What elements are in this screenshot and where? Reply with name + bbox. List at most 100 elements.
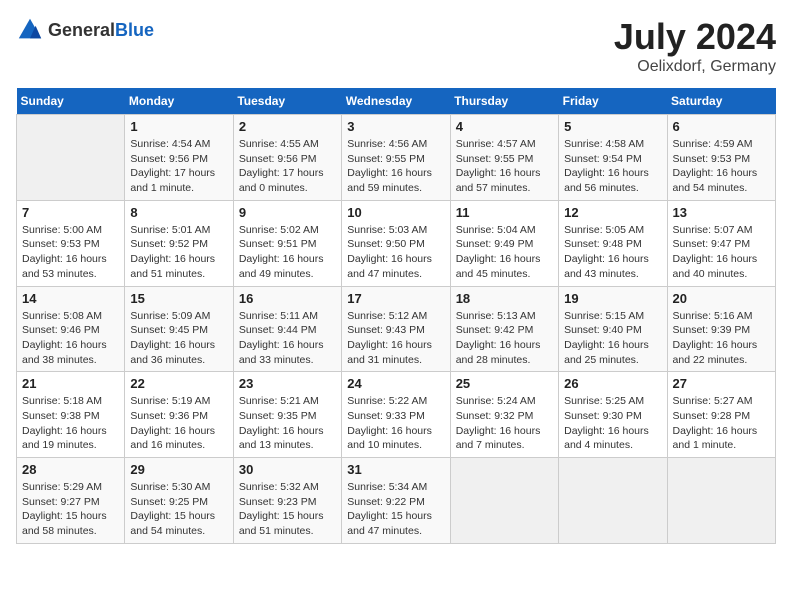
day-cell: 14 Sunrise: 5:08 AM Sunset: 9:46 PM Dayli…: [17, 286, 125, 372]
day-info: Sunrise: 5:05 AM Sunset: 9:48 PM Dayligh…: [564, 223, 661, 282]
day-info: Sunrise: 5:29 AM Sunset: 9:27 PM Dayligh…: [22, 480, 119, 539]
day-cell: [17, 115, 125, 201]
day-info: Sunrise: 5:15 AM Sunset: 9:40 PM Dayligh…: [564, 309, 661, 368]
day-info: Sunrise: 5:07 AM Sunset: 9:47 PM Dayligh…: [673, 223, 770, 282]
day-number: 20: [673, 291, 770, 306]
day-cell: 5Sunrise: 4:58 AM Sunset: 9:54 PM Daylig…: [559, 115, 667, 201]
day-number: 25: [456, 376, 553, 391]
location-title: Oelixdorf, Germany: [614, 58, 776, 76]
day-cell: 22 Sunrise: 5:19 AM Sunset: 9:36 PM Dayli…: [125, 372, 233, 458]
day-number: 26: [564, 376, 661, 391]
day-info: Sunrise: 5:25 AM Sunset: 9:30 PM Dayligh…: [564, 394, 661, 453]
day-number: 7: [22, 205, 119, 220]
day-number: 28: [22, 462, 119, 477]
day-info: Sunrise: 5:19 AM Sunset: 9:36 PM Dayligh…: [130, 394, 227, 453]
day-number: 4: [456, 119, 553, 134]
day-cell: [450, 458, 558, 544]
day-number: 13: [673, 205, 770, 220]
day-info: Sunrise: 4:59 AM Sunset: 9:53 PM Dayligh…: [673, 137, 770, 196]
day-number: 30: [239, 462, 336, 477]
day-number: 21: [22, 376, 119, 391]
day-number: 16: [239, 291, 336, 306]
weekday-header-monday: Monday: [125, 88, 233, 115]
day-info: Sunrise: 5:30 AM Sunset: 9:25 PM Dayligh…: [130, 480, 227, 539]
week-row-4: 21 Sunrise: 5:18 AM Sunset: 9:38 PM Dayli…: [17, 372, 776, 458]
day-number: 8: [130, 205, 227, 220]
title-block: July 2024 Oelixdorf, Germany: [614, 16, 776, 76]
day-number: 27: [673, 376, 770, 391]
day-number: 22: [130, 376, 227, 391]
day-number: 24: [347, 376, 444, 391]
logo-general-text: General: [48, 20, 115, 40]
day-cell: 28 Sunrise: 5:29 AM Sunset: 9:27 PM Dayli…: [17, 458, 125, 544]
day-info: Sunrise: 5:02 AM Sunset: 9:51 PM Dayligh…: [239, 223, 336, 282]
day-info: Sunrise: 5:04 AM Sunset: 9:49 PM Dayligh…: [456, 223, 553, 282]
day-cell: 2 Sunrise: 4:55 AM Sunset: 9:56 PM Daylig…: [233, 115, 341, 201]
day-cell: 13 Sunrise: 5:07 AM Sunset: 9:47 PM Dayli…: [667, 200, 775, 286]
day-info: Sunrise: 4:58 AM Sunset: 9:54 PM Dayligh…: [564, 137, 661, 196]
day-cell: 21 Sunrise: 5:18 AM Sunset: 9:38 PM Dayli…: [17, 372, 125, 458]
day-info: Sunrise: 5:09 AM Sunset: 9:45 PM Dayligh…: [130, 309, 227, 368]
day-info: Sunrise: 5:34 AM Sunset: 9:22 PM Dayligh…: [347, 480, 444, 539]
page-header: GeneralBlue July 2024 Oelixdorf, Germany: [16, 16, 776, 76]
day-cell: [559, 458, 667, 544]
day-info: Sunrise: 5:27 AM Sunset: 9:28 PM Dayligh…: [673, 394, 770, 453]
day-cell: 20 Sunrise: 5:16 AM Sunset: 9:39 PM Dayli…: [667, 286, 775, 372]
day-cell: 17 Sunrise: 5:12 AM Sunset: 9:43 PM Dayli…: [342, 286, 450, 372]
day-number: 31: [347, 462, 444, 477]
day-number: 18: [456, 291, 553, 306]
weekday-header-row: SundayMondayTuesdayWednesdayThursdayFrid…: [17, 88, 776, 115]
day-number: 12: [564, 205, 661, 220]
day-info: Sunrise: 5:16 AM Sunset: 9:39 PM Dayligh…: [673, 309, 770, 368]
day-cell: 15Sunrise: 5:09 AM Sunset: 9:45 PM Dayli…: [125, 286, 233, 372]
day-info: Sunrise: 4:57 AM Sunset: 9:55 PM Dayligh…: [456, 137, 553, 196]
day-info: Sunrise: 5:00 AM Sunset: 9:53 PM Dayligh…: [22, 223, 119, 282]
day-cell: 27 Sunrise: 5:27 AM Sunset: 9:28 PM Dayli…: [667, 372, 775, 458]
day-info: Sunrise: 4:56 AM Sunset: 9:55 PM Dayligh…: [347, 137, 444, 196]
week-row-1: 1 Sunrise: 4:54 AM Sunset: 9:56 PM Daylig…: [17, 115, 776, 201]
day-number: 10: [347, 205, 444, 220]
day-info: Sunrise: 5:03 AM Sunset: 9:50 PM Dayligh…: [347, 223, 444, 282]
day-cell: 12 Sunrise: 5:05 AM Sunset: 9:48 PM Dayli…: [559, 200, 667, 286]
day-cell: 9 Sunrise: 5:02 AM Sunset: 9:51 PM Daylig…: [233, 200, 341, 286]
week-row-2: 7 Sunrise: 5:00 AM Sunset: 9:53 PM Daylig…: [17, 200, 776, 286]
day-cell: 11Sunrise: 5:04 AM Sunset: 9:49 PM Dayli…: [450, 200, 558, 286]
weekday-header-tuesday: Tuesday: [233, 88, 341, 115]
day-cell: 26 Sunrise: 5:25 AM Sunset: 9:30 PM Dayli…: [559, 372, 667, 458]
week-row-3: 14 Sunrise: 5:08 AM Sunset: 9:46 PM Dayli…: [17, 286, 776, 372]
month-title: July 2024: [614, 16, 776, 58]
day-info: Sunrise: 5:22 AM Sunset: 9:33 PM Dayligh…: [347, 394, 444, 453]
day-cell: 16 Sunrise: 5:11 AM Sunset: 9:44 PM Dayli…: [233, 286, 341, 372]
day-number: 9: [239, 205, 336, 220]
day-number: 14: [22, 291, 119, 306]
day-info: Sunrise: 5:11 AM Sunset: 9:44 PM Dayligh…: [239, 309, 336, 368]
week-row-5: 28 Sunrise: 5:29 AM Sunset: 9:27 PM Dayli…: [17, 458, 776, 544]
day-number: 19: [564, 291, 661, 306]
day-cell: 23Sunrise: 5:21 AM Sunset: 9:35 PM Dayli…: [233, 372, 341, 458]
day-cell: 19 Sunrise: 5:15 AM Sunset: 9:40 PM Dayli…: [559, 286, 667, 372]
day-cell: 25Sunrise: 5:24 AM Sunset: 9:32 PM Dayli…: [450, 372, 558, 458]
day-info: Sunrise: 5:08 AM Sunset: 9:46 PM Dayligh…: [22, 309, 119, 368]
day-number: 1: [130, 119, 227, 134]
weekday-header-friday: Friday: [559, 88, 667, 115]
day-cell: 6 Sunrise: 4:59 AM Sunset: 9:53 PM Daylig…: [667, 115, 775, 201]
logo-blue-text: Blue: [115, 20, 154, 40]
day-cell: 24 Sunrise: 5:22 AM Sunset: 9:33 PM Dayli…: [342, 372, 450, 458]
day-number: 3: [347, 119, 444, 134]
day-info: Sunrise: 4:54 AM Sunset: 9:56 PM Dayligh…: [130, 137, 227, 196]
day-cell: 3 Sunrise: 4:56 AM Sunset: 9:55 PM Daylig…: [342, 115, 450, 201]
day-info: Sunrise: 4:55 AM Sunset: 9:56 PM Dayligh…: [239, 137, 336, 196]
day-number: 17: [347, 291, 444, 306]
day-number: 23: [239, 376, 336, 391]
weekday-header-sunday: Sunday: [17, 88, 125, 115]
day-number: 2: [239, 119, 336, 134]
day-info: Sunrise: 5:12 AM Sunset: 9:43 PM Dayligh…: [347, 309, 444, 368]
day-info: Sunrise: 5:18 AM Sunset: 9:38 PM Dayligh…: [22, 394, 119, 453]
day-number: 6: [673, 119, 770, 134]
day-cell: 4 Sunrise: 4:57 AM Sunset: 9:55 PM Daylig…: [450, 115, 558, 201]
day-info: Sunrise: 5:32 AM Sunset: 9:23 PM Dayligh…: [239, 480, 336, 539]
day-cell: 7 Sunrise: 5:00 AM Sunset: 9:53 PM Daylig…: [17, 200, 125, 286]
day-cell: 31 Sunrise: 5:34 AM Sunset: 9:22 PM Dayli…: [342, 458, 450, 544]
weekday-header-saturday: Saturday: [667, 88, 775, 115]
day-cell: 8Sunrise: 5:01 AM Sunset: 9:52 PM Daylig…: [125, 200, 233, 286]
